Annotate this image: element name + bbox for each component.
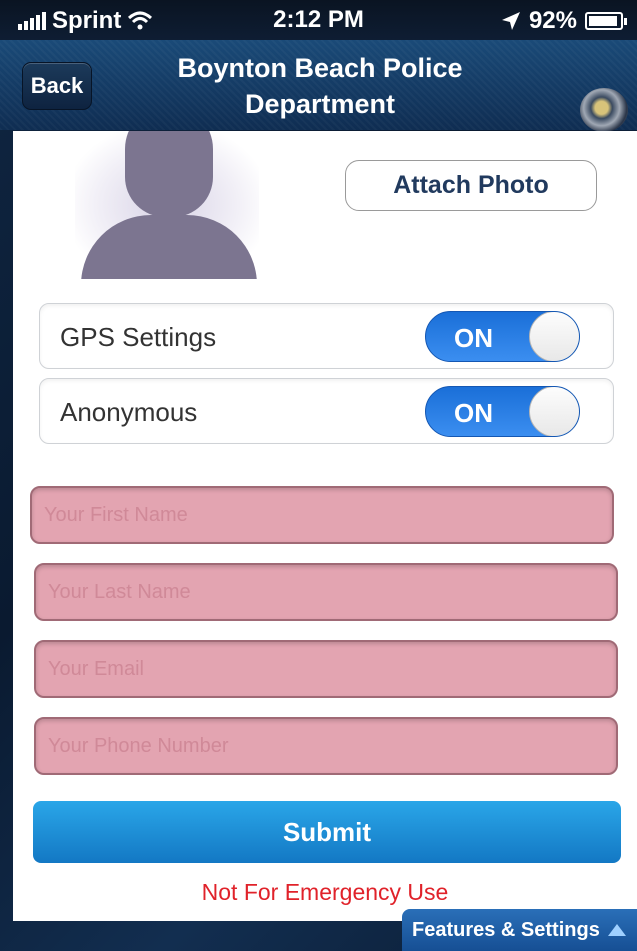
- anonymous-label: Anonymous: [60, 397, 198, 427]
- last-name-field[interactable]: Your Last Name: [34, 563, 618, 621]
- page-title: Boynton Beach Police Department: [177, 53, 463, 119]
- battery-percent: 92%: [528, 7, 577, 34]
- toggle-knob: [529, 387, 579, 436]
- avatar-placeholder[interactable]: [75, 131, 259, 279]
- features-settings-tab[interactable]: Features & Settings: [402, 909, 637, 951]
- anonymous-toggle-state: ON: [454, 398, 493, 428]
- email-field[interactable]: Your Email: [34, 640, 618, 698]
- attach-photo-button[interactable]: Attach Photo: [345, 160, 597, 211]
- status-right: 92%: [501, 7, 627, 35]
- setting-row-anonymous: Anonymous ON: [39, 378, 614, 444]
- gps-toggle[interactable]: ON: [425, 311, 580, 362]
- setting-row-gps: GPS Settings ON: [39, 303, 614, 369]
- emergency-disclaimer: Not For Emergency Use: [201, 879, 449, 905]
- features-settings-label: Features & Settings: [412, 918, 600, 941]
- police-badge-icon[interactable]: [580, 88, 628, 132]
- toggle-knob: [529, 312, 579, 361]
- navigation-bar: Back Boynton Beach Police Department: [0, 40, 637, 132]
- app-frame: Sprint 2:12 PM 92% Back Boynton Beach Po…: [0, 0, 637, 951]
- status-bar: Sprint 2:12 PM 92%: [0, 0, 637, 40]
- anonymous-toggle[interactable]: ON: [425, 386, 580, 437]
- submit-button[interactable]: Submit: [33, 801, 621, 863]
- gps-settings-label: GPS Settings: [60, 322, 217, 352]
- battery-icon: [585, 12, 627, 30]
- phone-number-field[interactable]: Your Phone Number: [34, 717, 618, 775]
- back-button[interactable]: Back: [22, 62, 92, 110]
- report-form-panel: Attach Photo GPS Settings ON Anonymous O…: [13, 131, 637, 921]
- first-name-field[interactable]: Your First Name: [30, 486, 614, 544]
- gps-toggle-state: ON: [454, 323, 493, 353]
- up-arrow-icon: [607, 924, 626, 936]
- location-arrow-icon: [501, 12, 520, 30]
